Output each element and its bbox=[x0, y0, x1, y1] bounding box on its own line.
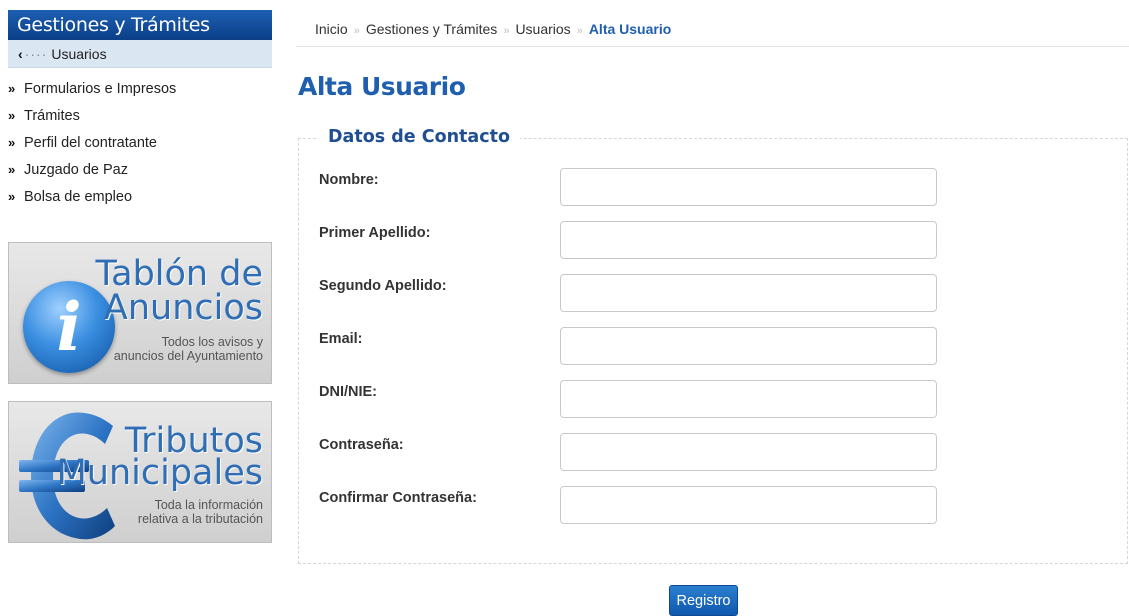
nombre-label: Nombre: bbox=[319, 172, 379, 188]
sidebar-item-tramites[interactable]: » Trámites bbox=[8, 102, 272, 129]
dni-nie-label: DNI/NIE: bbox=[319, 384, 377, 400]
breadcrumb: Inicio » Gestiones y Trámites » Usuarios » Alt… bbox=[296, 10, 1129, 47]
confirmar-contrasena-label: Confirmar Contraseña: bbox=[319, 490, 477, 506]
segundo-apellido-field[interactable] bbox=[560, 274, 937, 312]
primer-apellido-field[interactable] bbox=[560, 221, 937, 259]
primer-apellido-label: Primer Apellido: bbox=[319, 225, 431, 241]
dotted-line: ···· bbox=[24, 46, 48, 62]
form-row-confirmar-contrasena: Confirmar Contraseña: bbox=[319, 486, 939, 524]
breadcrumb-separator: » bbox=[503, 25, 510, 37]
sidebar-menu: » Formularios e Impresos » Trámites » Perfi… bbox=[8, 68, 272, 210]
tributos-municipales-banner[interactable]: Tributos Municipales Toda la información… bbox=[8, 401, 272, 543]
banner-title-line1: Tablón de bbox=[95, 254, 263, 294]
form-row-primer-apellido: Primer Apellido: bbox=[319, 221, 939, 259]
sidebar-item-label: Formularios e Impresos bbox=[24, 81, 177, 97]
fieldset-legend: Datos de Contacto bbox=[318, 127, 520, 147]
double-chevron-icon: » bbox=[8, 189, 16, 204]
form-row-contrasena: Contraseña: bbox=[319, 433, 939, 471]
sidebar-item-label: Juzgado de Paz bbox=[24, 162, 128, 178]
sidebar-item-label: Trámites bbox=[24, 108, 80, 124]
sidebar-header: Gestiones y Trámites bbox=[8, 10, 272, 40]
form-row-email: Email: bbox=[319, 327, 939, 365]
double-chevron-icon: » bbox=[8, 162, 16, 177]
double-chevron-icon: » bbox=[8, 135, 16, 150]
sidebar-item-label: Bolsa de empleo bbox=[24, 189, 133, 205]
form-row-segundo-apellido: Segundo Apellido: bbox=[319, 274, 939, 312]
info-icon: i bbox=[23, 281, 115, 373]
sidebar-item-formularios[interactable]: » Formularios e Impresos bbox=[8, 75, 272, 102]
breadcrumb-gestiones-tramites[interactable]: Gestiones y Trámites bbox=[366, 21, 498, 37]
double-chevron-icon: » bbox=[8, 81, 16, 96]
banner-subtitle-line1: Toda la información bbox=[154, 498, 263, 512]
email-label: Email: bbox=[319, 331, 363, 347]
tablon-anuncios-banner[interactable]: i Tablón de Anuncios Todos los avisos y … bbox=[8, 242, 272, 384]
registro-button[interactable]: Registro bbox=[669, 585, 738, 616]
breadcrumb-inicio[interactable]: Inicio bbox=[315, 21, 348, 37]
sidebar-back-label: Usuarios bbox=[51, 46, 107, 62]
dni-nie-field[interactable] bbox=[560, 380, 937, 418]
form-row-dni-nie: DNI/NIE: bbox=[319, 380, 939, 418]
sidebar-back-link[interactable]: ‹ ···· Usuarios bbox=[8, 40, 272, 68]
breadcrumb-current: Alta Usuario bbox=[588, 21, 672, 37]
segundo-apellido-label: Segundo Apellido: bbox=[319, 278, 447, 294]
confirmar-contrasena-field[interactable] bbox=[560, 486, 937, 524]
chevron-left-icon: ‹ bbox=[18, 46, 23, 62]
contrasena-field[interactable] bbox=[560, 433, 937, 471]
breadcrumb-separator: » bbox=[353, 25, 360, 37]
banner-subtitle-line1: Todos los avisos y bbox=[161, 335, 263, 349]
sidebar-item-bolsa-empleo[interactable]: » Bolsa de empleo bbox=[8, 183, 272, 210]
form-row-nombre: Nombre: bbox=[319, 168, 939, 206]
breadcrumb-usuarios[interactable]: Usuarios bbox=[515, 21, 570, 37]
banner-title-line2: Municipales bbox=[56, 453, 263, 493]
banner-subtitle-line2: relativa a la tributación bbox=[137, 512, 263, 526]
breadcrumb-separator: » bbox=[576, 25, 583, 37]
email-field[interactable] bbox=[560, 327, 937, 365]
page-title: Alta Usuario bbox=[298, 72, 466, 101]
sidebar: Gestiones y Trámites ‹ ···· Usuarios » Form… bbox=[8, 10, 272, 543]
sidebar-item-label: Perfil del contratante bbox=[24, 135, 157, 151]
banner-title-line2: Anuncios bbox=[103, 288, 263, 328]
sidebar-item-perfil-contratante[interactable]: » Perfil del contratante bbox=[8, 129, 272, 156]
double-chevron-icon: » bbox=[8, 108, 16, 123]
banner-subtitle-line2: anuncios del Ayuntamiento bbox=[113, 349, 263, 363]
contrasena-label: Contraseña: bbox=[319, 437, 404, 453]
sidebar-item-juzgado-paz[interactable]: » Juzgado de Paz bbox=[8, 156, 272, 183]
nombre-field[interactable] bbox=[560, 168, 937, 206]
